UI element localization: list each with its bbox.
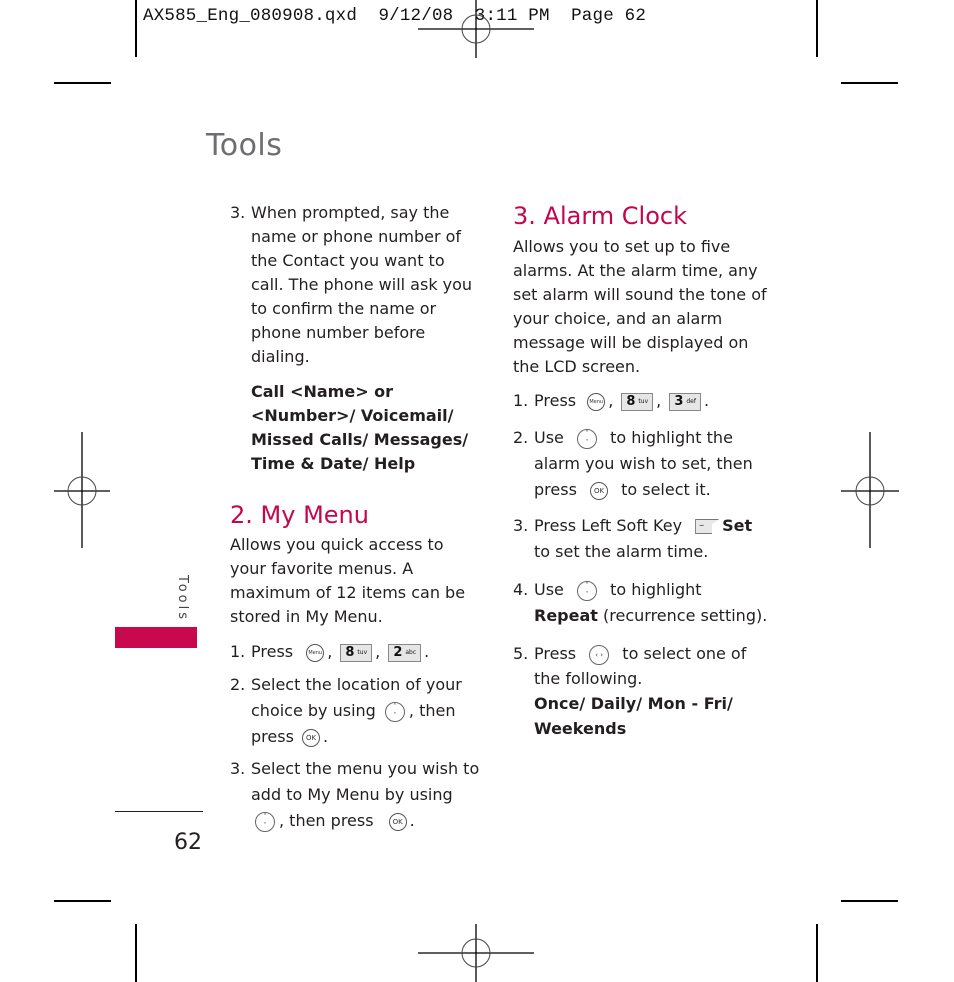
my-menu-step-2: 2. Select the location of your choice by… xyxy=(230,672,480,750)
slug-page: Page 62 xyxy=(571,6,647,26)
crop-mark xyxy=(54,900,111,902)
repeat-options: Once/ Daily/ Mon - Fri/ Weekends xyxy=(534,694,733,738)
ok-key-icon: OK xyxy=(302,728,320,747)
step-text: , then press xyxy=(279,811,374,830)
ok-key-icon: OK xyxy=(388,812,407,831)
crop-mark xyxy=(135,0,137,57)
left-column: 3. When prompted, say the name or phone … xyxy=(230,201,480,834)
step-number: 2. xyxy=(230,675,246,694)
registration-mark-left xyxy=(54,432,110,548)
step-text: Press xyxy=(534,391,577,410)
slug-filename: AX585_Eng_080908.qxd xyxy=(143,6,358,26)
crop-mark xyxy=(841,900,898,902)
key-digit: 8 xyxy=(626,393,636,409)
step-text: to select it. xyxy=(621,480,711,499)
registration-mark-bottom xyxy=(418,924,534,982)
key-digit: 2 xyxy=(393,644,403,660)
step-number: 2. xyxy=(513,428,529,447)
up-down-nav-key-icon: ˆˇ xyxy=(576,428,597,449)
step-number: 4. xyxy=(513,580,529,599)
ok-key-icon: OK xyxy=(590,481,608,500)
key-2-icon: 2 abc xyxy=(388,643,422,662)
step-number: 3. xyxy=(513,516,529,535)
up-down-nav-key-icon: ˆˇ xyxy=(576,580,597,601)
step-number: 1. xyxy=(230,642,246,661)
alarm-step-3: 3. Press Left Soft Key – Set to set the a… xyxy=(513,513,768,565)
footer-rule xyxy=(115,811,203,813)
up-down-nav-key-icon: ˆˇ xyxy=(255,811,275,832)
my-menu-heading: 2. My Menu xyxy=(230,501,369,529)
registration-mark-top xyxy=(418,0,534,58)
slug-line: AX585_Eng_080908.qxd 9/12/08 3:11 PM Pag… xyxy=(143,6,646,26)
repeat-label: Repeat xyxy=(534,606,598,625)
voice-step: 3. When prompted, say the name or phone … xyxy=(230,201,480,369)
page-title: Tools xyxy=(206,128,283,163)
step-number: 5. xyxy=(513,644,529,663)
voice-commands: Call <Name> or <Number>/ Voicemail/ Miss… xyxy=(251,382,469,473)
step-text: Press xyxy=(251,642,294,661)
step-text: to highlight xyxy=(610,580,702,599)
crop-mark xyxy=(135,924,137,982)
my-menu-intro: Allows you quick access to your favorite… xyxy=(230,535,466,626)
alarm-clock-heading: 3. Alarm Clock xyxy=(513,202,687,230)
step-text: (recurrence setting). xyxy=(603,606,768,625)
alarm-step-4: 4. Use ˆˇ to highlight Repeat (recurrenc… xyxy=(513,577,768,629)
alarm-step-1: 1. Press Menu, 8 tuv, 3 def. xyxy=(513,389,768,413)
key-letters: tuv xyxy=(357,648,368,656)
step-number: 3. xyxy=(230,759,246,778)
crop-mark xyxy=(816,0,818,57)
left-right-nav-key-icon: ‹ › xyxy=(589,644,610,665)
alarm-clock-intro: Allows you to set up to five alarms. At … xyxy=(513,237,767,376)
right-column: 3. Alarm Clock Allows you to set up to f… xyxy=(513,201,768,741)
step-number: 3. xyxy=(230,203,246,222)
step-text: Press Left Soft Key xyxy=(534,516,683,535)
step-number: 1. xyxy=(513,391,529,410)
step-text: to set the alarm time. xyxy=(534,542,709,561)
side-tab-label: Tools xyxy=(175,575,190,623)
left-soft-key-icon: – xyxy=(695,519,720,534)
menu-key-icon: Menu xyxy=(306,643,325,662)
menu-key-icon: Menu xyxy=(587,392,606,411)
my-menu-step-1: 1. Press Menu, 8 tuv, 2 abc. xyxy=(230,640,480,664)
key-digit: 3 xyxy=(674,393,684,409)
crop-mark xyxy=(54,82,111,84)
key-8-icon: 8 tuv xyxy=(621,392,654,411)
alarm-step-2: 2. Use ˆˇ to highlight the alarm you wis… xyxy=(513,425,768,503)
crop-mark xyxy=(841,82,898,84)
key-8-icon: 8 tuv xyxy=(340,643,373,662)
crop-mark xyxy=(816,924,818,982)
alarm-step-5: 5. Press ‹ › to select one of the follow… xyxy=(513,641,768,741)
page-number: 62 xyxy=(174,830,202,855)
step-text: When prompted, say the name or phone num… xyxy=(251,203,473,366)
key-digit: 8 xyxy=(345,644,355,660)
step-text: Use xyxy=(534,580,564,599)
key-letters: abc xyxy=(405,648,417,656)
step-text: Select the menu you wish to add to My Me… xyxy=(251,759,480,804)
key-letters: def xyxy=(686,397,696,405)
key-3-icon: 3 def xyxy=(669,392,701,411)
step-text: Use xyxy=(534,428,564,447)
side-tab-marker xyxy=(115,627,197,648)
registration-mark-right xyxy=(841,432,899,548)
step-text: Press xyxy=(534,644,577,663)
my-menu-step-3: 3. Select the menu you wish to add to My… xyxy=(230,756,480,834)
set-label: Set xyxy=(722,516,753,535)
up-down-nav-key-icon: ˆˇ xyxy=(384,701,405,722)
key-letters: tuv xyxy=(638,397,649,405)
